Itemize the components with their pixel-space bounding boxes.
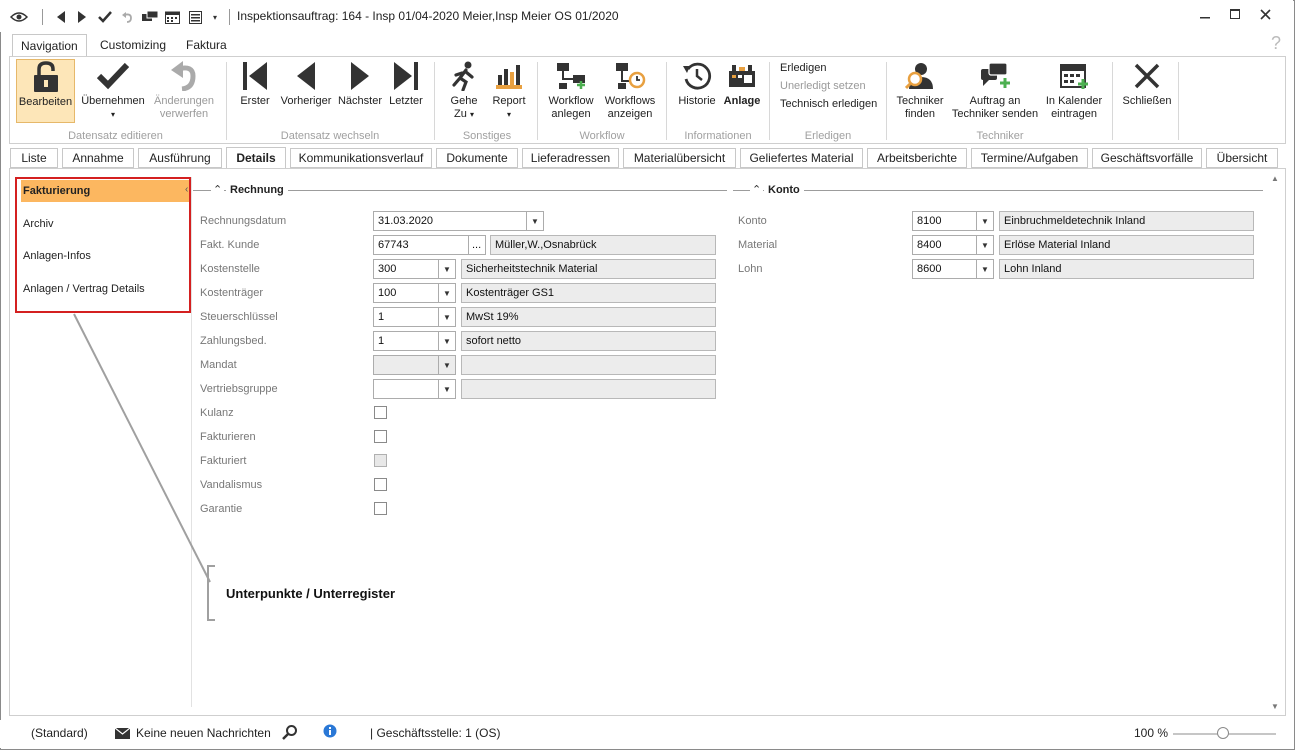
status-standard: (Standard)	[31, 726, 88, 740]
annotation-callout	[73, 313, 215, 621]
search-icon[interactable]	[282, 724, 298, 743]
status-bar: (Standard) Keine neuen Nachrichten | Ges…	[0, 720, 1293, 748]
annotation-label: Unterpunkte / Unterregister	[226, 586, 396, 601]
info-icon[interactable]	[323, 724, 337, 741]
status-messages: Keine neuen Nachrichten	[136, 726, 271, 740]
zoom-level: 100 %	[1134, 726, 1169, 740]
mail-icon[interactable]	[114, 727, 131, 742]
status-geschaeftsstelle: | Geschäftsstelle: 1 (OS)	[370, 726, 501, 740]
zoom-slider-thumb[interactable]	[1217, 727, 1229, 739]
